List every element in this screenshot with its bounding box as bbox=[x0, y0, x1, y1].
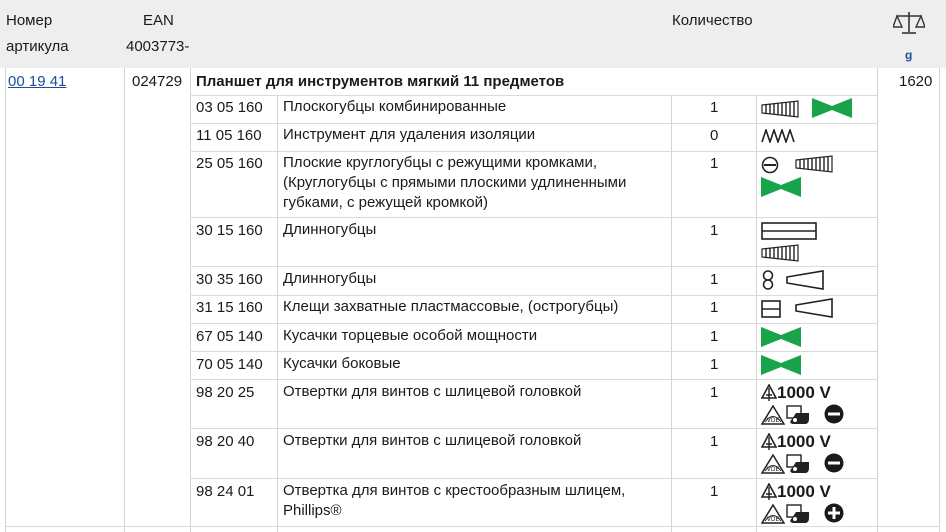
item-quantity: 1 bbox=[710, 384, 719, 401]
header-ean-prefix: 4003773- bbox=[126, 38, 190, 55]
handle-icon bbox=[786, 405, 810, 425]
cutting-edge-icon bbox=[812, 98, 852, 118]
item-quantity: 1 bbox=[710, 433, 719, 450]
item-description: Отвертки для винтов с шлицевой головкой bbox=[283, 383, 582, 400]
item-code: 70 05 140 bbox=[196, 356, 263, 373]
item-description: Клещи захватные пластмассовые, (острогуб… bbox=[283, 298, 619, 315]
item-code: 98 20 25 bbox=[196, 384, 255, 401]
header-article-label-2: артикула bbox=[6, 38, 69, 55]
cutting-edge-icon bbox=[761, 355, 801, 375]
vde-certified-icon: VDE bbox=[761, 504, 785, 524]
item-description: Плоские круглогубцы с режущими кромками,… bbox=[283, 154, 627, 211]
slotted-icon bbox=[824, 404, 844, 424]
item-description: Отвертки для винтов с шлицевой головкой bbox=[283, 432, 582, 449]
slotted-icon bbox=[824, 453, 844, 473]
tapered-jaw-icon bbox=[786, 270, 824, 290]
zigzag-jaw-icon bbox=[761, 129, 795, 143]
item-code: 98 24 01 bbox=[196, 483, 255, 500]
voltage-label: 1000 V bbox=[777, 482, 831, 501]
vde-1000v-icon: 1000 V bbox=[761, 432, 831, 452]
item-description: Инструмент для удаления изоляции bbox=[283, 126, 536, 143]
item-description: Отвертка для винтов с крестообразным шли… bbox=[283, 482, 626, 519]
handle-icon bbox=[786, 504, 810, 524]
item-description: Длинногубцы bbox=[283, 221, 377, 238]
round-jaw-icon bbox=[761, 156, 779, 174]
tapered-jaw-icon bbox=[795, 298, 833, 318]
svg-text:VDE: VDE bbox=[767, 417, 780, 424]
cutting-edge-icon bbox=[761, 177, 801, 197]
svg-text:VDE: VDE bbox=[767, 516, 780, 523]
product-ean: 024729 bbox=[132, 73, 183, 90]
ribbed-grip-icon bbox=[761, 244, 799, 262]
voltage-label: 1000 V bbox=[777, 383, 831, 402]
item-quantity: 1 bbox=[710, 99, 719, 116]
item-quantity: 1 bbox=[710, 328, 719, 345]
vde-certified-icon: VDE bbox=[761, 405, 785, 425]
item-quantity: 1 bbox=[710, 299, 719, 316]
item-quantity: 1 bbox=[710, 483, 719, 500]
vde-1000v-icon: 1000 V bbox=[761, 482, 831, 502]
square-profile-icon bbox=[761, 300, 781, 318]
phillips-icon bbox=[824, 503, 844, 523]
cutting-edge-icon bbox=[761, 327, 801, 347]
header-article-label: Номер bbox=[6, 12, 53, 29]
vde-1000v-icon: 1000 V bbox=[761, 383, 831, 403]
figure-eight-icon bbox=[761, 270, 775, 290]
ribbed-grip-icon bbox=[761, 100, 799, 118]
item-quantity: 1 bbox=[710, 356, 719, 373]
item-description: Плоскогубцы комбинированные bbox=[283, 98, 507, 115]
item-quantity: 0 bbox=[710, 127, 719, 144]
item-code: 03 05 160 bbox=[196, 99, 263, 116]
item-code: 30 35 160 bbox=[196, 271, 263, 288]
product-weight: 1620 bbox=[899, 73, 933, 90]
header-quantity-label: Количество bbox=[672, 12, 753, 29]
item-description: Кусачки торцевые особой мощности bbox=[283, 327, 538, 344]
product-article-link[interactable]: 00 19 41 bbox=[8, 73, 66, 90]
item-quantity: 1 bbox=[710, 155, 719, 172]
item-code: 30 15 160 bbox=[196, 222, 263, 239]
header-ean-label: EAN bbox=[143, 12, 174, 29]
handle-icon bbox=[786, 454, 810, 474]
item-code: 98 20 40 bbox=[196, 433, 255, 450]
item-code: 31 15 160 bbox=[196, 299, 263, 316]
vde-certified-icon: VDE bbox=[761, 454, 785, 474]
item-quantity: 1 bbox=[710, 271, 719, 288]
item-quantity: 1 bbox=[710, 222, 719, 239]
svg-text:VDE: VDE bbox=[767, 466, 780, 473]
item-description: Длинногубцы bbox=[283, 270, 377, 287]
item-code: 67 05 140 bbox=[196, 328, 263, 345]
item-code: 11 05 160 bbox=[196, 127, 262, 144]
scale-icon bbox=[893, 10, 925, 36]
header-weight-unit: g bbox=[905, 48, 913, 62]
item-code: 25 05 160 bbox=[196, 155, 263, 172]
product-title: Планшет для инструментов мягкий 11 предм… bbox=[196, 73, 565, 90]
voltage-label: 1000 V bbox=[777, 432, 831, 451]
flat-jaw-icon bbox=[761, 222, 817, 240]
item-description: Кусачки боковые bbox=[283, 355, 401, 372]
table-header bbox=[0, 0, 946, 68]
ribbed-grip-icon bbox=[795, 155, 833, 173]
